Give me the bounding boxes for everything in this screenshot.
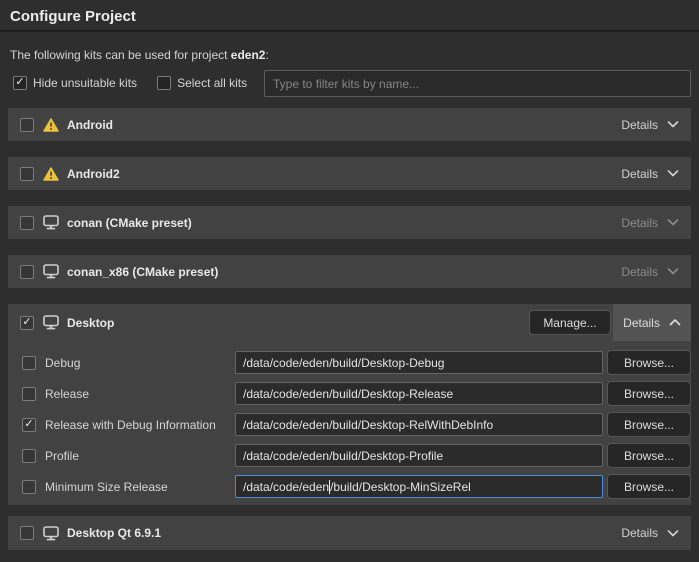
config-label: Profile: [45, 449, 79, 463]
details-label: Details: [621, 167, 658, 181]
desktop-icon: [43, 315, 59, 330]
intro-text: The following kits can be used for proje…: [10, 48, 269, 62]
config-checkbox[interactable]: [22, 356, 36, 370]
kit-checkbox[interactable]: [20, 216, 34, 230]
kit-filter-input[interactable]: [264, 70, 691, 97]
checkbox-icon[interactable]: [157, 76, 171, 90]
config-row-minimum-size-release: Minimum Size Release /data/code/eden/bui…: [8, 474, 691, 499]
title-separator: [0, 30, 699, 32]
kit-checkbox[interactable]: [20, 265, 34, 279]
config-row-release-with-debug-information: Release with Debug Information Browse...: [8, 412, 691, 437]
checkbox-icon[interactable]: [13, 76, 27, 90]
details-label: Details: [621, 526, 658, 540]
input-text-after-caret: /build/Desktop-MinSizeRel: [330, 480, 471, 494]
details-button[interactable]: Details: [621, 265, 681, 279]
details-label: Details: [621, 265, 658, 279]
browse-button[interactable]: Browse...: [607, 443, 691, 468]
chevron-down-icon: [667, 268, 679, 275]
config-row-debug: Debug Browse...: [8, 350, 691, 375]
config-checkbox[interactable]: [22, 387, 36, 401]
chevron-up-icon: [669, 319, 681, 326]
input-text-before-caret: /data/code/eden: [243, 480, 329, 494]
kit-row-android2: Android2 Details: [8, 157, 691, 190]
intro-text-after: :: [265, 48, 268, 62]
manage-button[interactable]: Manage...: [529, 310, 611, 335]
details-button[interactable]: Details: [621, 526, 681, 540]
desktop-icon: [43, 264, 59, 279]
build-dir-input[interactable]: /data/code/eden/build/Desktop-MinSizeRel: [235, 475, 603, 498]
filter-bar: Hide unsuitable kits Select all kits: [13, 76, 247, 90]
kit-row-conan-x86: conan_x86 (CMake preset) Details: [8, 255, 691, 288]
kit-section-desktop: Desktop Manage... Details Debug Browse..…: [8, 304, 691, 505]
browse-button[interactable]: Browse...: [607, 412, 691, 437]
build-dir-input[interactable]: [235, 413, 603, 436]
kit-checkbox[interactable]: [20, 526, 34, 540]
build-dir-input[interactable]: [235, 351, 603, 374]
config-checkbox[interactable]: [22, 449, 36, 463]
details-button[interactable]: Details: [621, 216, 681, 230]
config-label: Minimum Size Release: [45, 480, 168, 494]
details-label: Details: [621, 118, 658, 132]
kit-header-desktop: Desktop: [8, 304, 114, 341]
kit-row-conan: conan (CMake preset) Details: [8, 206, 691, 239]
intro-text-before: The following kits can be used for proje…: [10, 48, 231, 62]
config-label: Release with Debug Information: [45, 418, 216, 432]
browse-button[interactable]: Browse...: [607, 350, 691, 375]
config-label: Release: [45, 387, 89, 401]
config-row-profile: Profile Browse...: [8, 443, 691, 468]
page-title: Configure Project: [10, 8, 136, 25]
desktop-icon: [43, 526, 59, 541]
config-checkbox[interactable]: [22, 480, 36, 494]
details-label: Details: [621, 216, 658, 230]
chevron-down-icon: [667, 121, 679, 128]
desktop-icon: [43, 215, 59, 230]
chevron-down-icon: [667, 530, 679, 537]
kit-checkbox[interactable]: [20, 316, 34, 330]
browse-button[interactable]: Browse...: [607, 474, 691, 499]
config-label: Debug: [45, 356, 80, 370]
kit-checkbox[interactable]: [20, 167, 34, 181]
chevron-down-icon: [667, 170, 679, 177]
kit-name: Desktop: [67, 316, 114, 330]
hide-unsuitable-kits-label: Hide unsuitable kits: [33, 76, 137, 90]
kit-checkbox[interactable]: [20, 118, 34, 132]
details-button[interactable]: Details: [613, 304, 691, 341]
config-row-release: Release Browse...: [8, 381, 691, 406]
build-dir-input[interactable]: [235, 444, 603, 467]
kit-name: conan (CMake preset): [67, 216, 192, 230]
warning-icon: [43, 167, 59, 181]
kit-name: Android2: [67, 167, 120, 181]
project-name: eden2: [231, 48, 266, 62]
kit-row-android: Android Details: [8, 108, 691, 141]
details-label: Details: [623, 316, 660, 330]
kit-name: conan_x86 (CMake preset): [67, 265, 218, 279]
kit-name: Desktop Qt 6.9.1: [67, 526, 161, 540]
kit-row-desktop-qt: Desktop Qt 6.9.1 Details: [8, 516, 691, 550]
select-all-kits-label: Select all kits: [177, 76, 247, 90]
config-checkbox[interactable]: [22, 418, 36, 432]
select-all-kits-checkbox[interactable]: Select all kits: [157, 76, 247, 90]
browse-button[interactable]: Browse...: [607, 381, 691, 406]
kit-name: Android: [67, 118, 113, 132]
chevron-down-icon: [667, 219, 679, 226]
details-button[interactable]: Details: [621, 118, 681, 132]
details-button[interactable]: Details: [621, 167, 681, 181]
hide-unsuitable-kits-checkbox[interactable]: Hide unsuitable kits: [13, 76, 137, 90]
build-dir-input[interactable]: [235, 382, 603, 405]
warning-icon: [43, 118, 59, 132]
